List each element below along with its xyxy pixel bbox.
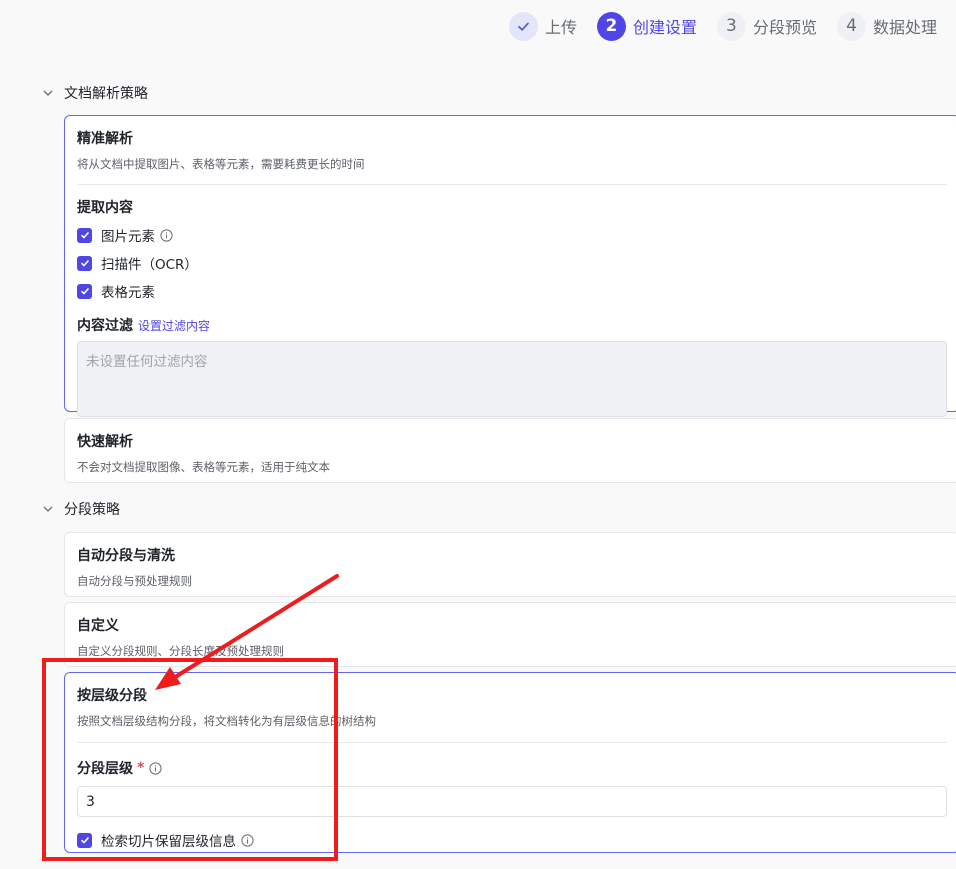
step-data-processing-label: 数据处理 [872, 18, 937, 37]
step-data-processing[interactable]: 4 数据处理 [836, 11, 937, 41]
checkbox-checked-icon [77, 227, 92, 243]
chevron-down-icon [43, 90, 53, 96]
table-elements-checkbox[interactable]: 表格元素 [77, 281, 947, 301]
step-segment-preview[interactable]: 3 分段预览 [716, 11, 817, 41]
content-filter-textarea[interactable]: 未设置任何过滤内容 [77, 341, 947, 417]
auto-segment-option[interactable]: 自动分段与清洗 自动分段与预处理规则 [64, 532, 956, 597]
annotation-highlight-box [42, 658, 338, 861]
section-title: 文档解析策略 [64, 86, 148, 102]
checkbox-label: 表格元素 [101, 285, 155, 301]
fast-parse-option[interactable]: 快速解析 不会对文档提取图像、表格等元素，适用于纯文本 [64, 418, 956, 483]
checkbox-checked-icon [77, 283, 92, 299]
step-create-settings[interactable]: 2 创建设置 [596, 11, 697, 41]
option-title: 自定义 [77, 618, 119, 634]
content-filter-label: 内容过滤 [77, 318, 133, 334]
section-title: 分段策略 [64, 502, 120, 518]
extract-content-label: 提取内容 [77, 200, 133, 216]
step-create-settings-label: 创建设置 [632, 18, 697, 37]
set-filter-link[interactable]: 设置过滤内容 [138, 319, 210, 333]
step-upload[interactable]: 上传 [508, 11, 577, 41]
option-description: 将从文档中提取图片、表格等元素，需要耗费更长的时间 [77, 157, 365, 171]
step-segment-preview-label: 分段预览 [752, 18, 817, 37]
checkbox-checked-icon [77, 255, 92, 271]
option-title: 精准解析 [77, 131, 133, 147]
checkbox-label: 扫描件（OCR） [101, 257, 198, 273]
divider [77, 184, 947, 185]
content-filter-row: 内容过滤 设置过滤内容 [77, 315, 947, 335]
checkbox-label: 图片元素 [101, 229, 155, 245]
chevron-down-icon [43, 506, 53, 512]
step-number: 2 [596, 11, 626, 41]
option-description: 自动分段与预处理规则 [77, 574, 192, 588]
step-number: 4 [836, 11, 866, 41]
progress-stepper: 上传 2 创建设置 3 分段预览 4 数据处理 [508, 10, 937, 42]
info-icon[interactable] [160, 228, 173, 242]
ocr-checkbox[interactable]: 扫描件（OCR） [77, 253, 947, 273]
check-icon [508, 11, 538, 41]
segment-strategy-header[interactable]: 分段策略 [42, 499, 120, 519]
step-number: 3 [716, 11, 746, 41]
option-title: 自动分段与清洗 [77, 548, 175, 564]
image-elements-checkbox[interactable]: 图片元素 [77, 225, 947, 245]
option-description: 不会对文档提取图像、表格等元素，适用于纯文本 [77, 460, 330, 474]
option-description: 自定义分段规则、分段长度及预处理规则 [77, 644, 284, 658]
parse-strategy-header[interactable]: 文档解析策略 [42, 83, 148, 103]
step-upload-label: 上传 [544, 18, 577, 37]
option-title: 快速解析 [77, 434, 133, 450]
precise-parse-option[interactable]: 精准解析 将从文档中提取图片、表格等元素，需要耗费更长的时间 提取内容 图片元素… [64, 115, 956, 417]
